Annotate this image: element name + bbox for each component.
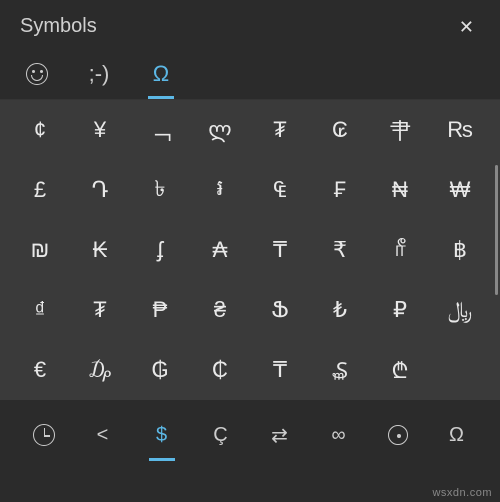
- scrollbar-thumb[interactable]: [495, 165, 498, 295]
- symbol-cell[interactable]: ৳: [130, 160, 190, 220]
- panel-header: Symbols ✕: [0, 0, 500, 45]
- symbol-cell[interactable]: ₣: [310, 160, 370, 220]
- symbol-cell[interactable]: ₲: [130, 340, 190, 400]
- symbol-cell[interactable]: ៛: [190, 160, 250, 220]
- close-button[interactable]: ✕: [453, 15, 480, 40]
- category-recent[interactable]: [14, 414, 73, 456]
- symbol-cell[interactable]: ₩: [430, 160, 490, 220]
- symbol-cell[interactable]: ₳: [190, 220, 250, 280]
- symbol-cell[interactable]: €: [10, 340, 70, 400]
- symbol-cell[interactable]: [430, 340, 490, 400]
- symbol-cell[interactable]: ரீ: [370, 220, 430, 280]
- symbol-cell[interactable]: ¢: [10, 100, 70, 160]
- tab-emoji[interactable]: [22, 55, 52, 99]
- symbol-cell[interactable]: ₦: [370, 160, 430, 220]
- symbol-cell[interactable]: ₸: [250, 340, 310, 400]
- symbol-cell[interactable]: ﷼: [430, 280, 490, 340]
- symbol-cell[interactable]: ₭: [70, 220, 130, 280]
- emoji-face-icon: [26, 63, 48, 85]
- mode-tabs: ;-) Ω: [0, 45, 500, 100]
- tab-kaomoji[interactable]: ;-): [84, 55, 114, 99]
- symbol-cell[interactable]: ₨: [430, 100, 490, 160]
- symbol-grid-container: ¢ ¥ ﹁ ლ ₮ ₢ 肀 ₨ £ Դ ৳ ៛ ₠ ₣ ₦ ₩ ₪ ₭ ʄ ₳ …: [0, 100, 500, 400]
- symbol-cell[interactable]: ¥: [70, 100, 130, 160]
- symbol-cell[interactable]: ₫: [10, 280, 70, 340]
- symbol-cell[interactable]: ₢: [310, 100, 370, 160]
- symbol-cell[interactable]: 肀: [370, 100, 430, 160]
- symbol-cell[interactable]: ₮: [70, 280, 130, 340]
- symbol-cell[interactable]: ₴: [190, 280, 250, 340]
- symbol-cell[interactable]: ₺: [310, 280, 370, 340]
- symbol-cell[interactable]: ฿: [430, 220, 490, 280]
- category-arrows[interactable]: ⇄: [250, 413, 309, 458]
- symbol-cell[interactable]: ₹: [310, 220, 370, 280]
- symbol-cell[interactable]: ₷: [310, 340, 370, 400]
- symbol-cell[interactable]: ₾: [370, 340, 430, 400]
- tab-symbols[interactable]: Ω: [146, 55, 176, 99]
- symbol-grid: ¢ ¥ ﹁ ლ ₮ ₢ 肀 ₨ £ Դ ৳ ៛ ₠ ₣ ₦ ₩ ₪ ₭ ʄ ₳ …: [0, 100, 500, 400]
- circled-dot-icon: [388, 425, 408, 445]
- symbol-cell[interactable]: ₠: [250, 160, 310, 220]
- symbol-cell[interactable]: ₮: [250, 100, 310, 160]
- symbol-cell[interactable]: Դ: [70, 160, 130, 220]
- category-math[interactable]: ∞: [309, 414, 368, 457]
- category-tabs: < $ Ç ⇄ ∞ Ω: [0, 400, 500, 470]
- symbol-cell[interactable]: ლ: [190, 100, 250, 160]
- symbol-cell[interactable]: Ֆ: [250, 280, 310, 340]
- symbol-cell[interactable]: ₱: [130, 280, 190, 340]
- category-punctuation[interactable]: <: [73, 414, 132, 457]
- symbol-cell[interactable]: ₸: [250, 220, 310, 280]
- symbol-cell[interactable]: ﹁: [130, 100, 190, 160]
- symbol-cell[interactable]: ₯: [70, 340, 130, 400]
- symbol-cell[interactable]: ₵: [190, 340, 250, 400]
- symbol-cell[interactable]: £: [10, 160, 70, 220]
- symbol-cell[interactable]: ʄ: [130, 220, 190, 280]
- panel-title: Symbols: [20, 15, 97, 38]
- symbol-cell[interactable]: ₪: [10, 220, 70, 280]
- category-currency[interactable]: $: [132, 414, 191, 457]
- clock-icon: [33, 424, 55, 446]
- category-language[interactable]: Ω: [427, 414, 486, 457]
- category-geometric[interactable]: [368, 415, 427, 455]
- watermark: wsxdn.com: [432, 487, 492, 499]
- symbol-cell[interactable]: ₽: [370, 280, 430, 340]
- category-latin[interactable]: Ç: [191, 414, 250, 457]
